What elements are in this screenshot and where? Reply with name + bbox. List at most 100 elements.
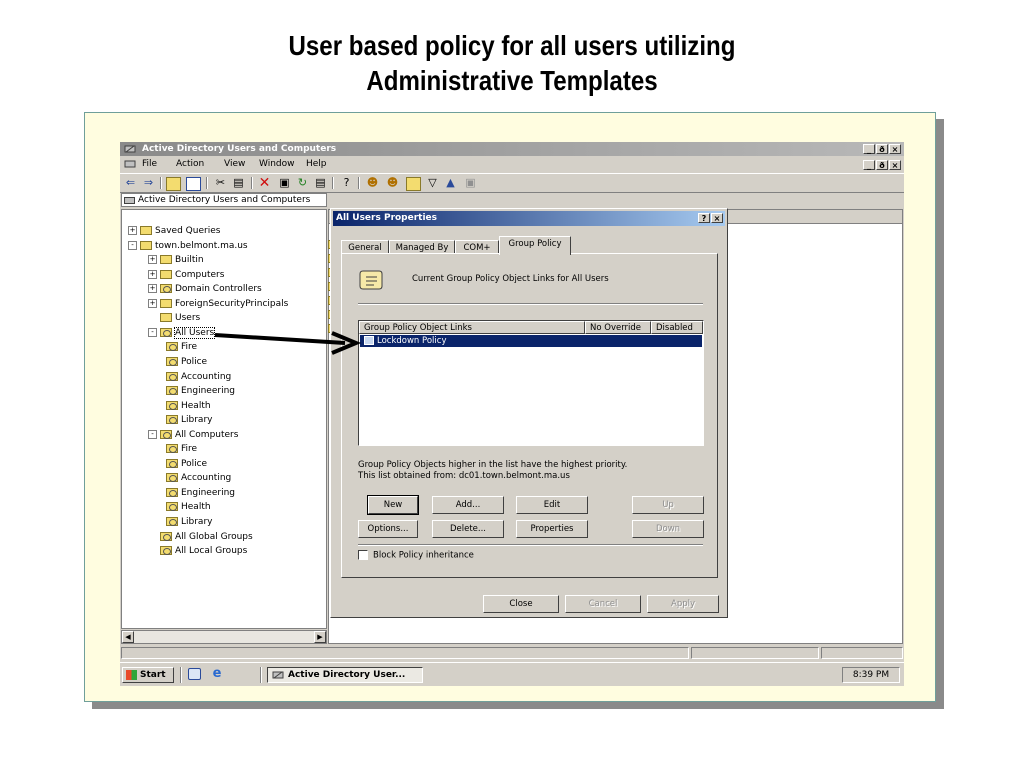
tree-item[interactable]: Police bbox=[166, 457, 207, 471]
tree-item[interactable]: Users bbox=[148, 311, 200, 325]
menubar: File Action View Window Help _ ð × bbox=[120, 157, 904, 172]
status-cell-1 bbox=[121, 647, 689, 659]
clock: 8:39 PM bbox=[842, 667, 900, 683]
child-restore-button[interactable]: ð bbox=[876, 160, 888, 170]
new-group-icon[interactable]: ☻ bbox=[386, 177, 399, 189]
ou-icon bbox=[166, 356, 178, 366]
taskbar-task-aduc[interactable]: Active Directory User... bbox=[267, 667, 423, 683]
back-arrow-icon[interactable]: ⇐ bbox=[124, 177, 137, 189]
delete-icon[interactable]: ✕ bbox=[258, 176, 271, 190]
edit-button[interactable]: Edit bbox=[516, 496, 588, 514]
tree-item[interactable]: Health bbox=[166, 500, 211, 514]
restore-button[interactable]: ð bbox=[876, 144, 888, 154]
properties-button[interactable]: Properties bbox=[516, 520, 588, 538]
child-close-button[interactable]: × bbox=[889, 160, 901, 170]
tree-item[interactable]: - town.belmont.ma.us bbox=[128, 239, 248, 253]
tab-managed-by[interactable]: Managed By bbox=[389, 240, 455, 254]
dialog-close-button[interactable]: × bbox=[711, 213, 723, 223]
tree-item[interactable]: + Domain Controllers bbox=[148, 282, 262, 296]
add-button[interactable]: Add... bbox=[432, 496, 504, 514]
collapse-icon[interactable]: - bbox=[148, 327, 157, 337]
delete-button[interactable]: Delete... bbox=[432, 520, 504, 538]
col-gpo-links[interactable]: Group Policy Object Links bbox=[359, 321, 585, 334]
menu-window[interactable]: Window bbox=[259, 159, 295, 169]
tree-item[interactable]: Fire bbox=[166, 442, 197, 456]
close-button[interactable]: × bbox=[889, 144, 901, 154]
dialog-help-button[interactable]: ? bbox=[698, 213, 710, 223]
col-no-override[interactable]: No Override bbox=[585, 321, 651, 334]
tree-item[interactable]: Engineering bbox=[166, 486, 235, 500]
tree-item[interactable]: All Global Groups bbox=[148, 530, 253, 544]
ou-icon bbox=[166, 458, 178, 468]
gpo-row-lockdown-policy[interactable]: Lockdown Policy bbox=[360, 335, 702, 347]
tree-item[interactable]: Health bbox=[166, 399, 211, 413]
tree-item[interactable]: Library bbox=[166, 515, 212, 529]
cut-icon[interactable]: ✂ bbox=[214, 177, 227, 189]
ou-icon bbox=[166, 444, 178, 454]
forward-arrow-icon[interactable]: ⇒ bbox=[142, 177, 155, 189]
ou-icon bbox=[166, 342, 178, 352]
expand-icon[interactable]: + bbox=[148, 298, 157, 308]
find-icon[interactable]: ▣ bbox=[464, 177, 477, 189]
apply-button[interactable]: Apply bbox=[647, 595, 719, 613]
gpo-links-list[interactable]: Group Policy Object Links No Override Di… bbox=[358, 320, 704, 446]
scroll-left-button[interactable]: ◀ bbox=[122, 631, 134, 643]
new-button[interactable]: New bbox=[367, 495, 419, 515]
start-button[interactable]: Start bbox=[122, 667, 174, 683]
menu-view[interactable]: View bbox=[224, 159, 245, 169]
tree-item[interactable]: + ForeignSecurityPrincipals bbox=[148, 297, 288, 311]
tree-item-label: Users bbox=[175, 313, 201, 324]
internet-explorer-icon[interactable]: e bbox=[210, 667, 224, 681]
tree-item[interactable]: Police bbox=[166, 355, 207, 369]
help-icon[interactable]: ? bbox=[340, 177, 353, 189]
menu-action[interactable]: Action bbox=[176, 159, 204, 169]
tree-root-label[interactable]: Active Directory Users and Computers bbox=[138, 195, 310, 205]
tree-item[interactable]: - All Computers bbox=[148, 428, 238, 442]
menu-help[interactable]: Help bbox=[306, 159, 327, 169]
col-disabled[interactable]: Disabled bbox=[651, 321, 703, 334]
show-pane-icon[interactable] bbox=[186, 177, 201, 191]
tree-item[interactable]: + Builtin bbox=[148, 253, 204, 267]
paste-icon[interactable]: ▤ bbox=[232, 177, 245, 189]
down-button[interactable]: Down bbox=[632, 520, 704, 538]
tab-general[interactable]: General bbox=[341, 240, 389, 254]
new-user-icon[interactable]: ☻ bbox=[366, 177, 379, 189]
menu-file[interactable]: File bbox=[142, 159, 157, 169]
properties-icon[interactable]: ▣ bbox=[278, 177, 291, 189]
tree-item[interactable]: All Local Groups bbox=[148, 544, 247, 558]
tree-item[interactable]: Accounting bbox=[166, 370, 231, 384]
filter-icon[interactable]: ▽ bbox=[426, 177, 439, 189]
collapse-icon[interactable]: - bbox=[148, 429, 157, 439]
tree-item[interactable]: - All Users bbox=[148, 326, 216, 340]
expand-icon[interactable]: + bbox=[128, 226, 137, 235]
up-folder-icon[interactable] bbox=[166, 177, 181, 191]
checkbox-box[interactable] bbox=[358, 550, 368, 560]
tree-item[interactable]: Library bbox=[166, 413, 212, 427]
tree-item[interactable]: Fire bbox=[166, 340, 197, 354]
tree-item[interactable]: Accounting bbox=[166, 471, 231, 485]
refresh-icon[interactable]: ↻ bbox=[296, 177, 309, 189]
expand-icon[interactable]: + bbox=[148, 284, 157, 294]
cancel-button[interactable]: Cancel bbox=[565, 595, 641, 613]
add-to-group-icon[interactable]: ▲ bbox=[444, 177, 457, 189]
up-button[interactable]: Up bbox=[632, 496, 704, 514]
tab-group-policy[interactable]: Group Policy bbox=[499, 236, 571, 255]
tree-pane[interactable]: + Saved Queries - town.belmont.ma.us + Builti… bbox=[121, 209, 327, 629]
options-button[interactable]: Options... bbox=[358, 520, 418, 538]
new-ou-icon[interactable] bbox=[406, 177, 421, 191]
child-minimize-button[interactable]: _ bbox=[863, 160, 875, 170]
export-icon[interactable]: ▤ bbox=[314, 177, 327, 189]
expand-icon[interactable]: + bbox=[148, 269, 157, 279]
tree-item[interactable]: + Computers bbox=[148, 268, 224, 282]
scroll-right-button[interactable]: ▶ bbox=[314, 631, 326, 643]
expand-icon[interactable]: + bbox=[148, 255, 157, 265]
tree-item[interactable]: + Saved Queries bbox=[128, 224, 220, 238]
show-desktop-icon[interactable] bbox=[188, 668, 201, 680]
tab-com-plus[interactable]: COM+ bbox=[455, 240, 499, 254]
tree-item[interactable]: Engineering bbox=[166, 384, 235, 398]
minimize-button[interactable]: _ bbox=[863, 144, 875, 154]
collapse-icon[interactable]: - bbox=[128, 240, 137, 250]
dialog-close-footer-button[interactable]: Close bbox=[483, 595, 559, 613]
block-inheritance-checkbox[interactable]: Block Policy inheritance bbox=[358, 550, 474, 562]
tree-hscrollbar[interactable]: ◀ ▶ bbox=[121, 630, 327, 644]
